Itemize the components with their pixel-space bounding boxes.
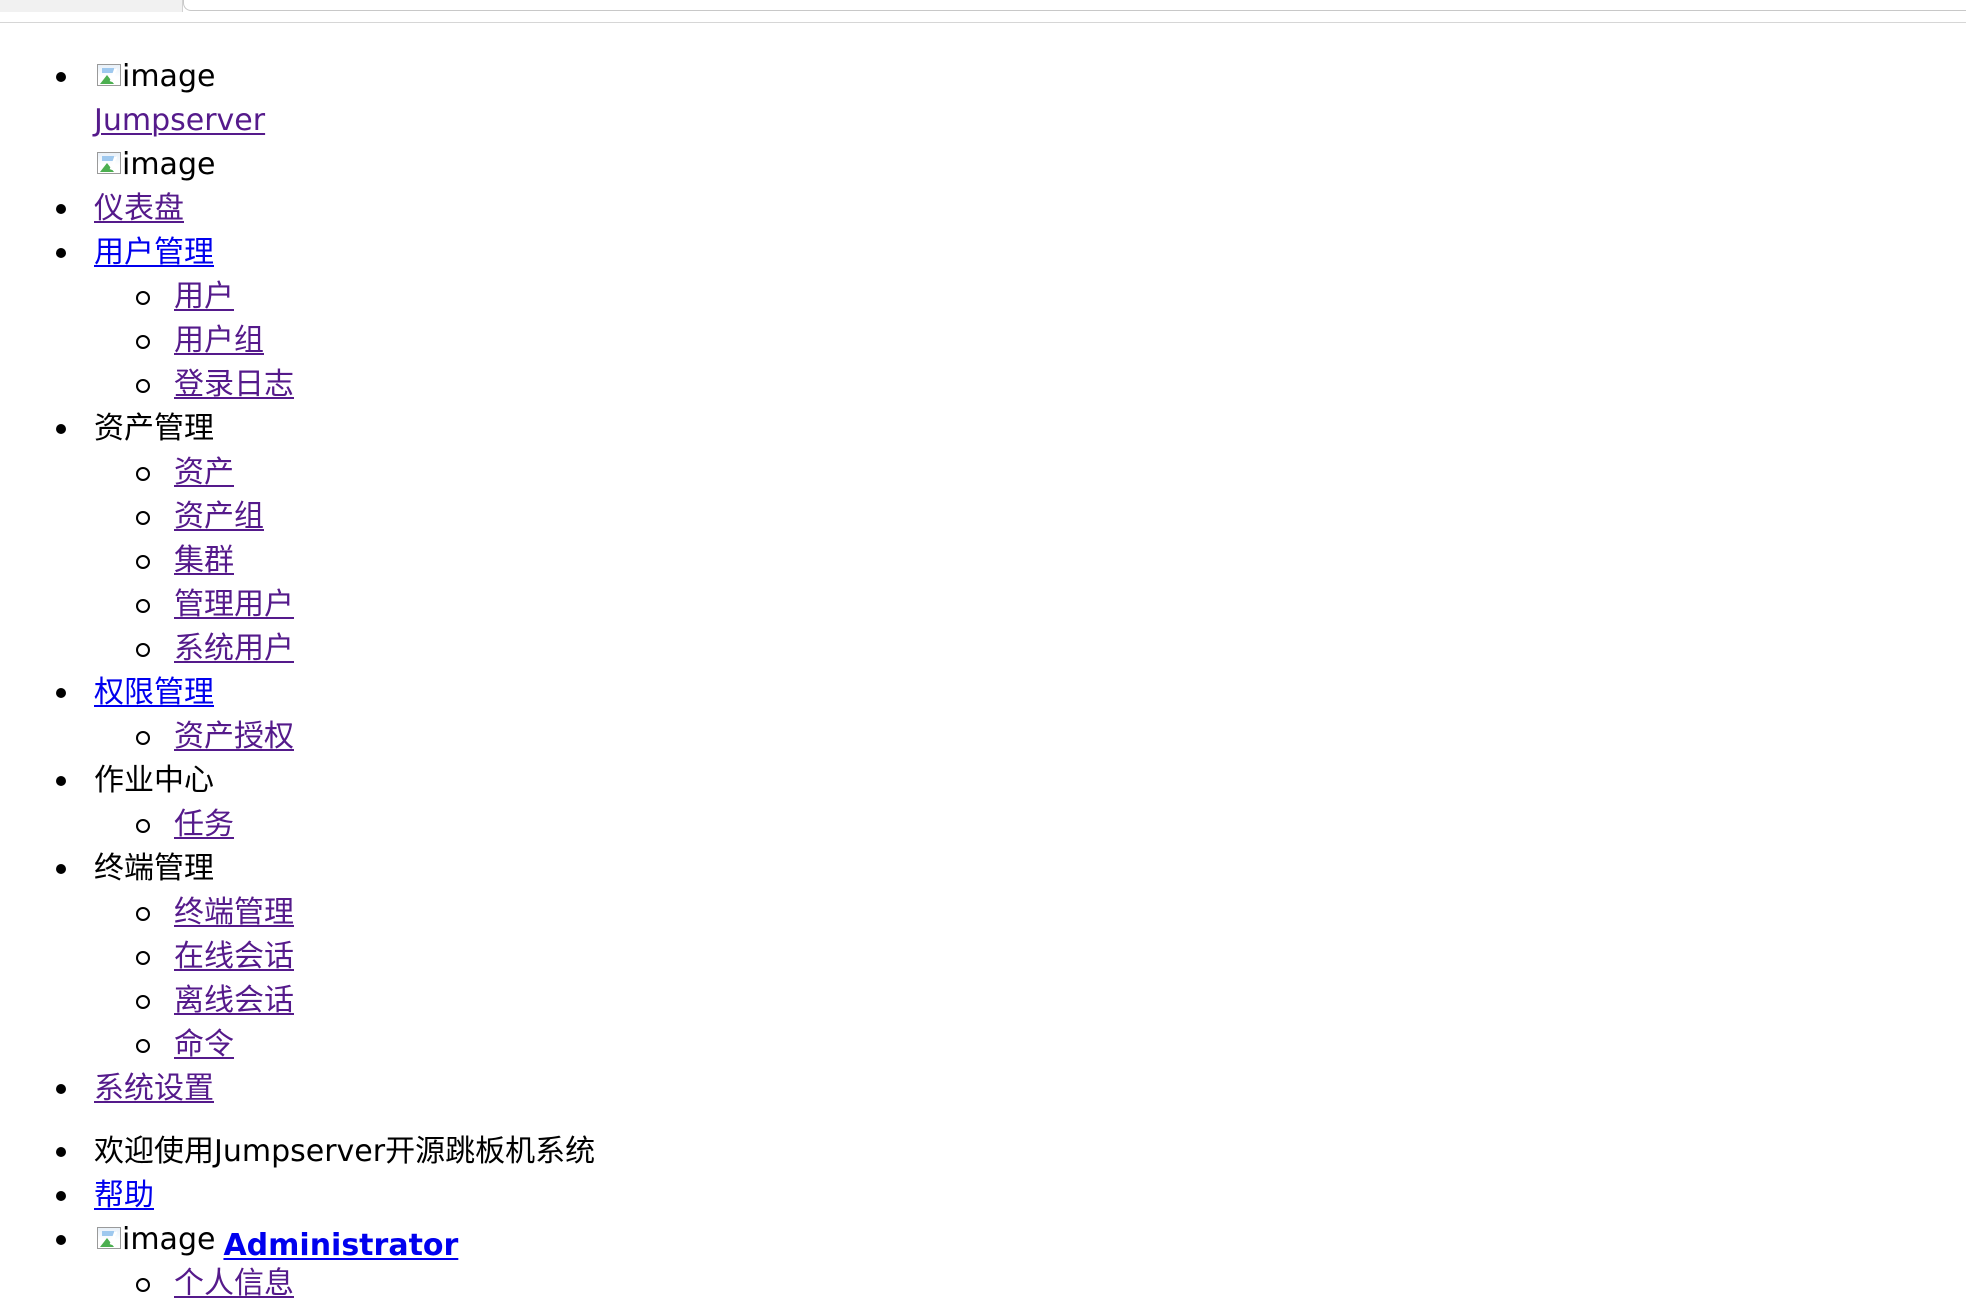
user-group-link[interactable]: 用户组: [174, 323, 264, 358]
nav-item-settings: 系统设置: [0, 1067, 1966, 1111]
perms-submenu-wrap: 资产授权: [0, 715, 1966, 759]
avatar-alt-text: image: [122, 1222, 216, 1257]
nav-item-users: 用户管理: [0, 231, 1966, 275]
broken-image-icon: [94, 1225, 124, 1255]
nav-item-perms: 权限管理: [0, 671, 1966, 715]
ops-menu-label: 作业中心: [94, 763, 214, 798]
welcome-text: 欢迎使用Jumpserver开源跳板机系统: [94, 1134, 596, 1169]
nav-item-terminal: 终端管理: [0, 847, 1966, 891]
perms-submenu: 资产授权: [0, 715, 1966, 759]
user-menu: 个人信息: [0, 1262, 1966, 1298]
ops-submenu: 任务: [0, 803, 1966, 847]
submenu-item-user-group: 用户组: [0, 319, 1966, 363]
dashboard-link[interactable]: 仪表盘: [94, 191, 184, 226]
submenu-item-asset: 资产: [0, 451, 1966, 495]
offline-session-link[interactable]: 离线会话: [174, 983, 294, 1018]
browser-tab-edge[interactable]: [0, 0, 183, 12]
login-log-link[interactable]: 登录日志: [174, 367, 294, 402]
nav-item-dashboard: 仪表盘: [0, 187, 1966, 231]
submenu-item-terminal: 终端管理: [0, 891, 1966, 935]
page-content: image Jumpserver image 仪表盘 用户管理 用户 用户组 登…: [0, 22, 1966, 1298]
help-item: 帮助: [0, 1174, 1966, 1218]
broken-image-icon: [94, 150, 124, 180]
logo-mini-row: image: [0, 143, 1966, 187]
submenu-item-asset-group: 资产组: [0, 495, 1966, 539]
users-submenu: 用户 用户组 登录日志: [0, 275, 1966, 407]
submenu-item-user-list: 用户: [0, 275, 1966, 319]
top-navbar: 欢迎使用Jumpserver开源跳板机系统 帮助 image Administr…: [0, 1130, 1966, 1298]
nav-header: image: [0, 55, 1966, 99]
users-submenu-wrap: 用户 用户组 登录日志: [0, 275, 1966, 407]
nav-item-ops: 作业中心: [0, 759, 1966, 803]
assets-menu-label: 资产管理: [94, 411, 214, 446]
address-bar-edge[interactable]: [183, 0, 1966, 11]
submenu-item-asset-permission: 资产授权: [0, 715, 1966, 759]
terminal-menu-label: 终端管理: [94, 851, 214, 886]
avatar: image: [94, 1218, 215, 1262]
assets-submenu: 资产 资产组 集群 管理用户 系统用户: [0, 451, 1966, 671]
submenu-item-login-log: 登录日志: [0, 363, 1966, 407]
nav-item-assets: 资产管理: [0, 407, 1966, 451]
broken-image-icon: [94, 62, 124, 92]
submenu-item-task: 任务: [0, 803, 1966, 847]
brand-row: Jumpserver: [0, 99, 1966, 143]
user-dropdown-toggle[interactable]: image Administrator: [94, 1222, 459, 1263]
perms-menu-link[interactable]: 权限管理: [94, 675, 214, 710]
cluster-link[interactable]: 集群: [174, 543, 234, 578]
welcome-item: 欢迎使用Jumpserver开源跳板机系统: [0, 1130, 1966, 1174]
logo-alt-text: image: [122, 59, 216, 94]
submenu-item-system-user: 系统用户: [0, 627, 1966, 671]
submenu-item-offline-session: 离线会话: [0, 979, 1966, 1023]
profile-link[interactable]: 个人信息: [174, 1266, 294, 1298]
asset-permission-link[interactable]: 资产授权: [174, 719, 294, 754]
terminal-link[interactable]: 终端管理: [174, 895, 294, 930]
submenu-item-admin-user: 管理用户: [0, 583, 1966, 627]
user-list-link[interactable]: 用户: [174, 279, 234, 314]
user-menu-item-profile: 个人信息: [0, 1262, 1966, 1298]
online-session-link[interactable]: 在线会话: [174, 939, 294, 974]
ops-submenu-wrap: 任务: [0, 803, 1966, 847]
logo-mini-image: image: [94, 143, 215, 187]
logo-image: image: [94, 55, 215, 99]
assets-submenu-wrap: 资产 资产组 集群 管理用户 系统用户: [0, 451, 1966, 671]
asset-group-link[interactable]: 资产组: [174, 499, 264, 534]
help-link[interactable]: 帮助: [94, 1178, 154, 1213]
sidebar-nav: image Jumpserver image 仪表盘 用户管理 用户 用户组 登…: [0, 55, 1966, 1111]
brand-link[interactable]: Jumpserver: [94, 103, 265, 138]
asset-link[interactable]: 资产: [174, 455, 234, 490]
user-dropdown-item: image Administrator: [0, 1218, 1966, 1263]
terminal-submenu-wrap: 终端管理 在线会话 离线会话 命令: [0, 891, 1966, 1067]
submenu-item-command: 命令: [0, 1023, 1966, 1067]
task-link[interactable]: 任务: [174, 807, 234, 842]
command-link[interactable]: 命令: [174, 1027, 234, 1062]
admin-user-link[interactable]: 管理用户: [174, 587, 294, 622]
users-menu-link[interactable]: 用户管理: [94, 235, 214, 270]
user-menu-wrap: 个人信息: [0, 1262, 1966, 1298]
username: Administrator: [223, 1228, 459, 1263]
browser-toolbar-edge: [0, 0, 1966, 23]
submenu-item-online-session: 在线会话: [0, 935, 1966, 979]
logo-mini-alt-text: image: [122, 147, 216, 182]
system-user-link[interactable]: 系统用户: [174, 631, 294, 666]
terminal-submenu: 终端管理 在线会话 离线会话 命令: [0, 891, 1966, 1067]
submenu-item-cluster: 集群: [0, 539, 1966, 583]
settings-link[interactable]: 系统设置: [94, 1071, 214, 1106]
